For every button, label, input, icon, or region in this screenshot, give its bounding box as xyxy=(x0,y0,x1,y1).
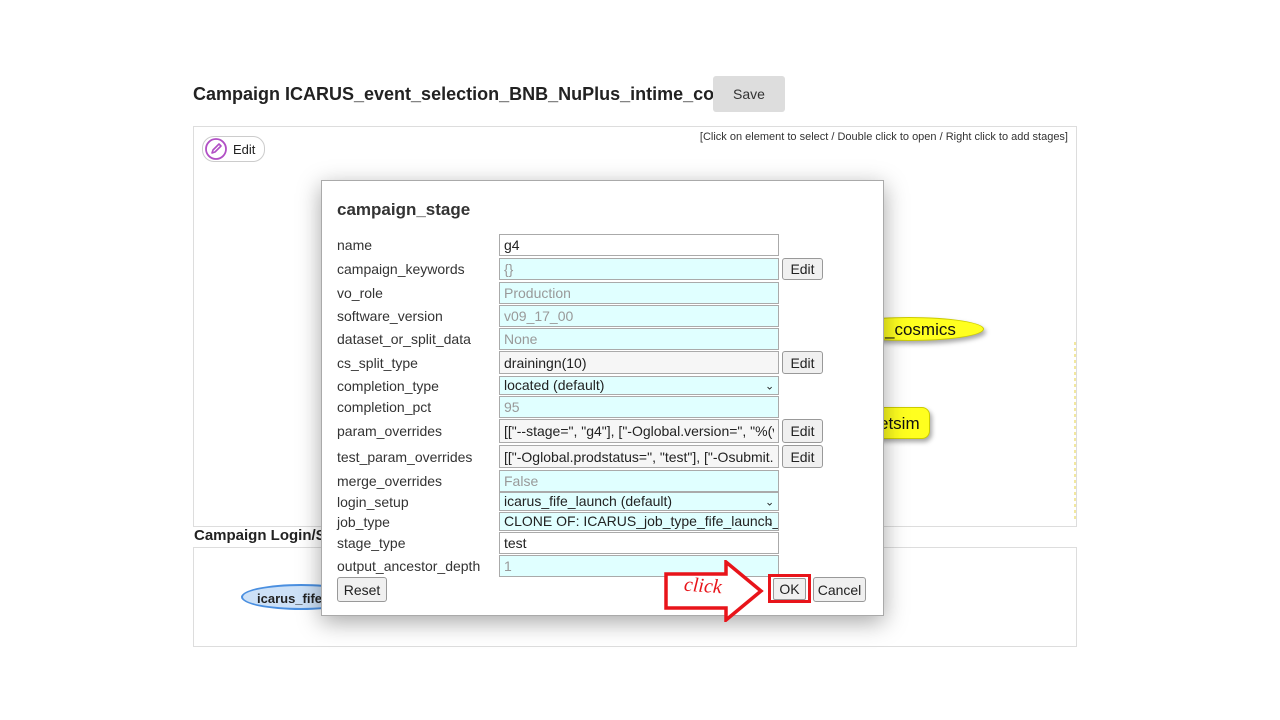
login-setup-select[interactable]: icarus_fife_launch (default) xyxy=(499,492,779,511)
save-button[interactable]: Save xyxy=(713,76,785,112)
graph-edit-label: Edit xyxy=(233,141,256,157)
row-campaign-keywords: campaign_keywords Edit xyxy=(337,258,867,280)
job-type-select[interactable]: CLONE OF: ICARUS_job_type_fife_launch_ xyxy=(499,512,779,531)
graph-edit-button[interactable]: Edit xyxy=(202,136,266,162)
row-job-type: job_type CLONE OF: ICARUS_job_type_fife_… xyxy=(337,512,867,531)
vo-role-input[interactable] xyxy=(499,282,779,304)
field-label: campaign_keywords xyxy=(337,261,465,277)
campaign-keywords-edit-button[interactable]: Edit xyxy=(782,258,823,280)
row-cs-split-type: cs_split_type Edit xyxy=(337,351,867,374)
param-overrides-edit-button[interactable]: Edit xyxy=(782,419,823,443)
field-label: stage_type xyxy=(337,535,406,551)
login-section-title: Campaign Login/Se xyxy=(194,527,335,544)
login-setup-value: icarus_fife_launch (default) xyxy=(504,493,673,509)
row-completion-type: completion_type located (default) ⌄ xyxy=(337,376,867,395)
stage-type-input[interactable] xyxy=(499,532,779,554)
job-type-value: CLONE OF: ICARUS_job_type_fife_launch_ xyxy=(504,513,779,529)
graph-hint: [Click on element to select / Double cli… xyxy=(699,131,1068,143)
cancel-button[interactable]: Cancel xyxy=(813,577,866,602)
field-label: completion_pct xyxy=(337,399,432,415)
field-label: job_type xyxy=(337,513,390,530)
field-label: output_ancestor_depth xyxy=(337,558,481,574)
software-version-input[interactable] xyxy=(499,305,779,327)
ok-button[interactable]: OK xyxy=(773,578,806,600)
field-label: completion_type xyxy=(337,377,439,394)
field-label: name xyxy=(337,237,373,253)
completion-pct-input[interactable] xyxy=(499,396,779,418)
field-label: merge_overrides xyxy=(337,473,443,489)
cs-split-type-edit-button[interactable]: Edit xyxy=(782,351,823,374)
row-software-version: software_version xyxy=(337,305,867,327)
row-dataset-or-split-data: dataset_or_split_data xyxy=(337,328,867,350)
completion-type-value: located (default) xyxy=(504,377,605,393)
dataset-or-split-data-input[interactable] xyxy=(499,328,779,350)
row-name: name xyxy=(337,234,867,256)
merge-overrides-input[interactable] xyxy=(499,470,779,492)
field-label: software_version xyxy=(337,308,443,324)
pencil-icon xyxy=(205,138,227,160)
row-param-overrides: param_overrides Edit xyxy=(337,419,867,443)
field-label: vo_role xyxy=(337,285,383,301)
row-completion-pct: completion_pct xyxy=(337,396,867,418)
row-merge-overrides: merge_overrides xyxy=(337,470,867,492)
dialog-title: campaign_stage xyxy=(337,200,471,219)
field-label: login_setup xyxy=(337,493,409,510)
row-login-setup: login_setup icarus_fife_launch (default)… xyxy=(337,492,867,511)
canvas-edge-stripe xyxy=(1074,342,1076,522)
row-test-param-overrides: test_param_overrides Edit xyxy=(337,445,867,468)
click-annotation: click xyxy=(683,573,723,599)
reset-button[interactable]: Reset xyxy=(337,577,387,602)
param-overrides-input[interactable] xyxy=(499,419,779,443)
test-param-overrides-input[interactable] xyxy=(499,445,779,468)
page-title: Campaign ICARUS_event_selection_BNB_NuPl… xyxy=(193,84,766,104)
completion-type-select[interactable]: located (default) xyxy=(499,376,779,395)
name-input[interactable] xyxy=(499,234,779,256)
test-param-overrides-edit-button[interactable]: Edit xyxy=(782,445,823,468)
campaign-keywords-input[interactable] xyxy=(499,258,779,280)
field-label: param_overrides xyxy=(337,423,443,439)
row-stage-type: stage_type xyxy=(337,532,867,554)
row-vo-role: vo_role xyxy=(337,282,867,304)
campaign-stage-dialog: campaign_stage name campaign_keywords Ed… xyxy=(321,180,884,616)
cs-split-type-input[interactable] xyxy=(499,351,779,374)
field-label: dataset_or_split_data xyxy=(337,331,471,347)
field-label: test_param_overrides xyxy=(337,448,473,465)
field-label: cs_split_type xyxy=(337,354,418,371)
